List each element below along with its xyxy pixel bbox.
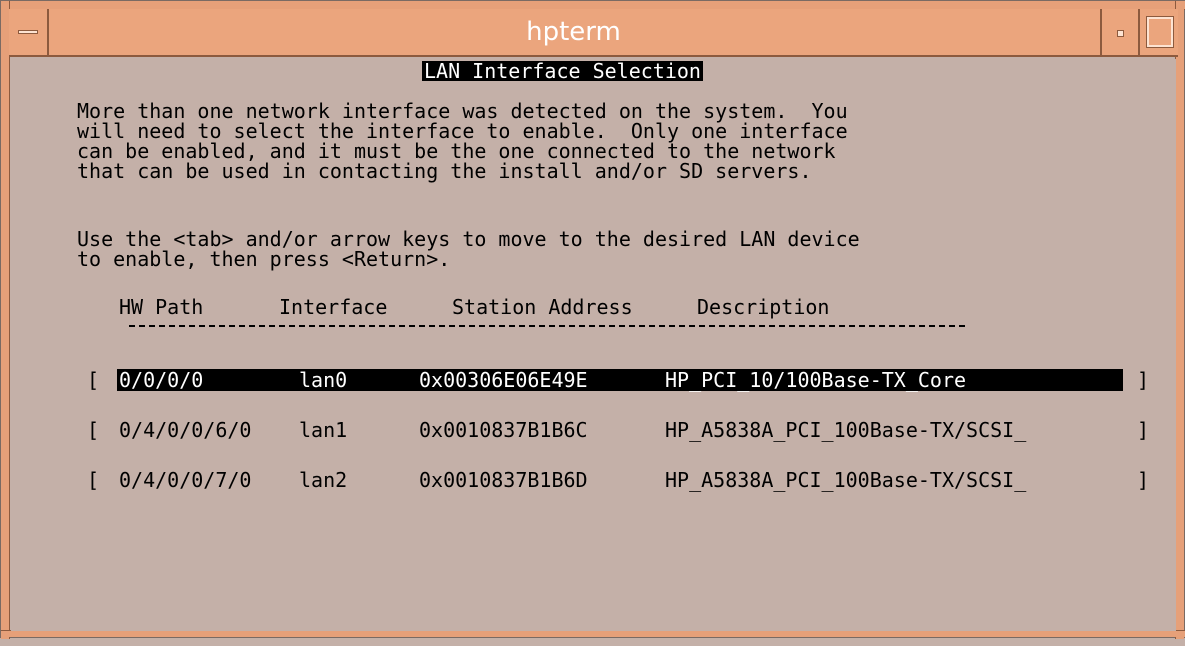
screen-heading: LAN Interface Selection (422, 59, 703, 83)
column-header-interface: Interface (279, 295, 388, 319)
row-interface: lan2 (299, 468, 348, 492)
column-header-station-address: Station Address (452, 295, 633, 319)
lan-row-lan2[interactable]: [ 0/4/0/0/7/0 lan2 0x0010837B1B6D HP_A58… (87, 468, 1150, 492)
intro-line-3: can be enabled, and it must be the one c… (77, 139, 836, 163)
row-description: HP_A5838A_PCI_100Base-TX/SCSI_ (665, 418, 1027, 442)
titlebar[interactable]: hpterm (9, 9, 1178, 57)
row-station-address: 0x0010837B1B6C (419, 418, 588, 442)
row-bracket-open: [ (87, 468, 100, 492)
row-hw-path: 0/4/0/0/6/0 (119, 418, 252, 442)
terminal-area[interactable]: LAN Interface Selection More than one ne… (11, 59, 1176, 631)
intro-line-4: that can be used in contacting the insta… (77, 159, 812, 183)
selection-highlight (117, 369, 1123, 391)
instruction-line-2: to enable, then press <Return>. (77, 247, 451, 271)
window-title: hpterm (526, 17, 621, 47)
minimize-icon (1117, 30, 1124, 37)
row-hw-path: 0/0/0/0 (119, 368, 204, 392)
instruction-line-1: Use the <tab> and/or arrow keys to move … (77, 227, 860, 251)
row-bracket-open: [ (87, 368, 100, 392)
column-header-hw-path: HW Path (119, 295, 204, 319)
maximize-button[interactable] (1138, 9, 1178, 55)
maximize-icon (1146, 16, 1174, 48)
row-station-address: 0x0010837B1B6D (419, 468, 588, 492)
row-hw-path: 0/4/0/0/7/0 (119, 468, 252, 492)
row-description: HP_A5838A_PCI_100Base-TX/SCSI_ (665, 468, 1027, 492)
row-interface: lan0 (299, 368, 348, 392)
row-station-address: 0x00306E06E49E (419, 368, 588, 392)
lan-row-lan0[interactable]: [ 0/0/0/0 lan0 0x00306E06E49E HP_PCI_10/… (87, 368, 1150, 392)
hpterm-window: hpterm LAN Interface Selection More than… (0, 0, 1185, 639)
window-frame-bottom[interactable] (1, 630, 1185, 637)
window-frame-left[interactable] (1, 1, 10, 639)
row-description: HP_PCI_10/100Base-TX_Core (665, 368, 967, 392)
row-bracket-close: ] (1137, 468, 1150, 492)
intro-line-2: will need to select the interface to ena… (77, 119, 848, 143)
window-frame-right[interactable] (1175, 1, 1184, 639)
column-header-description: Description (697, 295, 830, 319)
window-menu-button[interactable] (9, 9, 49, 55)
window-menu-icon (18, 30, 38, 34)
intro-line-1: More than one network interface was dete… (77, 99, 848, 123)
row-bracket-open: [ (87, 418, 100, 442)
minimize-button[interactable] (1100, 9, 1138, 55)
row-interface: lan1 (299, 418, 348, 442)
lan-row-lan1[interactable]: [ 0/4/0/0/6/0 lan1 0x0010837B1B6C HP_A58… (87, 418, 1150, 442)
row-bracket-close: ] (1137, 368, 1150, 392)
row-bracket-close: ] (1137, 418, 1150, 442)
header-separator (129, 325, 965, 327)
